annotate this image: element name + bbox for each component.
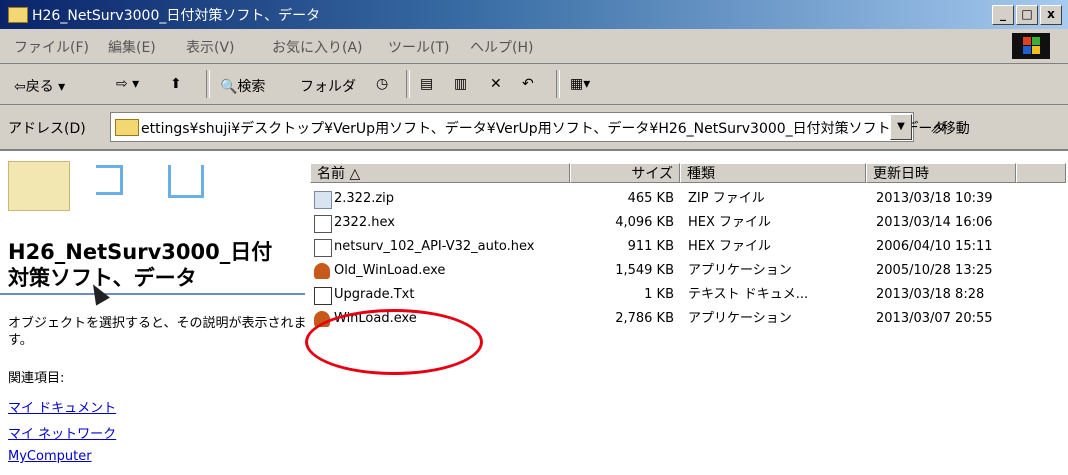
search-button[interactable]: 🔍検索 [220,76,265,96]
file-type: ZIP ファイル [688,191,765,206]
title-bar[interactable]: H26_NetSurv3000_日付対策ソフト、データ _ □ x [0,0,1068,29]
file-size: 2,786 KB [615,311,674,326]
list-item[interactable]: Upgrade.Txt 1 KB テキスト ドキュメ... 2013/03/18… [310,285,1068,305]
list-item[interactable]: 2322.hex 4,096 KB HEX ファイル 2013/03/14 16… [310,213,1068,233]
file-type: HEX ファイル [688,239,772,254]
window-title: H26_NetSurv3000_日付対策ソフト、データ [32,8,321,24]
file-size: 911 KB [627,239,674,254]
menu-file[interactable]: ファイル(F) [14,37,89,57]
text-file-icon [314,287,332,305]
list-item[interactable]: Old_WinLoad.exe 1,549 KB アプリケーション 2005/1… [310,261,1068,281]
list-item[interactable]: 2.322.zip 465 KB ZIP ファイル 2013/03/18 10:… [310,189,1068,209]
file-type: HEX ファイル [688,215,772,230]
link-my-network[interactable]: マイ ネットワーク [8,423,116,442]
file-size: 1 KB [644,287,674,302]
folder-title: H26_NetSurv3000_日付 対策ソフト、データ [8,240,273,290]
file-type: アプリケーション [688,263,792,278]
link-my-documents[interactable]: マイ ドキュメント [8,397,116,416]
folder-banner-graphic [8,161,298,221]
menu-view[interactable]: 表示(V) [186,37,235,57]
go-arrow-icon: ⇗ [930,121,942,137]
link-my-computer[interactable]: MyComputer [8,449,92,464]
file-size: 1,549 KB [615,263,674,278]
toolbar: ⇦戻る ▾ ⇨ ▾ ⬆ 🔍検索 フォルダ ◷ ▤ ▥ ✕ ↶ ▦▾ [0,64,1068,105]
file-type: テキスト ドキュメ... [688,287,809,302]
toolbar-separator [556,70,560,98]
folder-graphic-icon [8,161,70,211]
file-modified: 2013/03/14 16:06 [876,215,993,230]
menu-edit[interactable]: 編集(E) [108,37,156,57]
column-header-filler [1016,163,1066,183]
go-label: 移動 [941,121,970,137]
back-button[interactable]: ⇦戻る ▾ [14,76,65,96]
address-path[interactable]: ettings¥shuji¥デスクトップ¥VerUp用ソフト、データ¥VerUp… [141,118,946,138]
menu-tools[interactable]: ツール(T) [388,37,449,57]
application-icon [314,263,330,279]
forward-button[interactable]: ⇨ ▾ [116,76,139,92]
menu-favorites[interactable]: お気に入り(A) [272,37,363,57]
folder-icon [115,119,139,136]
column-header-type[interactable]: 種類 [680,163,866,183]
undo-button[interactable]: ↶ [522,76,534,92]
toolbar-separator [406,70,410,98]
file-size: 4,096 KB [615,215,674,230]
address-field[interactable]: ettings¥shuji¥デスクトップ¥VerUp用ソフト、データ¥VerUp… [110,112,946,142]
highlight-ellipse [305,309,483,375]
address-label: アドレス(D) [8,121,86,137]
column-header-name[interactable]: 名前 △ [310,163,570,183]
file-name: 2.322.zip [334,191,395,206]
column-header-size[interactable]: サイズ [570,163,680,183]
go-button[interactable]: ⇗移動 [930,118,970,138]
selection-description: オブジェクトを選択すると、その説明が表示されます。 [8,316,307,348]
history-button[interactable]: ◷ [376,76,388,92]
hex-file-icon [314,215,332,233]
address-dropdown-button[interactable]: ▼ [890,114,912,140]
folders-button[interactable]: フォルダ [300,76,356,96]
hex-file-icon [314,239,332,257]
menu-help[interactable]: ヘルプ(H) [470,37,533,57]
decorative-frame [96,165,123,195]
windows-logo-icon [1012,33,1050,59]
zip-icon [314,191,332,209]
window-controls: _ □ x [992,5,1062,25]
close-button[interactable]: x [1040,5,1062,25]
copy-to-button[interactable]: ▥ [454,76,467,92]
column-header-modified[interactable]: 更新日時 [866,163,1016,183]
address-bar: アドレス(D) ettings¥shuji¥デスクトップ¥VerUp用ソフト、デ… [0,105,1068,151]
views-button[interactable]: ▦▾ [570,76,590,92]
file-type: アプリケーション [688,311,792,326]
file-size: 465 KB [627,191,674,206]
list-item[interactable]: netsurv_102_API-V32_auto.hex 911 KB HEX … [310,237,1068,257]
maximize-button[interactable]: □ [1016,5,1038,25]
file-modified: 2005/10/28 13:25 [876,263,993,278]
divider [0,293,305,295]
file-modified: 2013/03/18 10:39 [876,191,993,206]
file-modified: 2013/03/07 20:55 [876,311,993,326]
web-view-pane: H26_NetSurv3000_日付 対策ソフト、データ オブジェクトを選択する… [0,151,310,475]
toolbar-separator [206,70,210,98]
related-heading: 関連項目: [8,371,65,386]
file-modified: 2006/04/10 15:11 [876,239,993,254]
file-name: netsurv_102_API-V32_auto.hex [334,239,535,254]
delete-button[interactable]: ✕ [490,76,502,92]
up-folder-button[interactable]: ⬆ [170,76,182,92]
move-to-button[interactable]: ▤ [420,76,433,92]
minimize-button[interactable]: _ [992,5,1014,25]
explorer-window: H26_NetSurv3000_日付対策ソフト、データ _ □ x ファイル(F… [0,0,1068,475]
file-name: 2322.hex [334,215,395,230]
file-name: Old_WinLoad.exe [334,263,446,278]
folder-icon [8,7,28,23]
file-modified: 2013/03/18 8:28 [876,287,985,302]
menu-bar: ファイル(F) 編集(E) 表示(V) お気に入り(A) ツール(T) ヘルプ(… [0,29,1068,64]
file-name: Upgrade.Txt [334,287,415,302]
decorative-frame [168,165,204,198]
